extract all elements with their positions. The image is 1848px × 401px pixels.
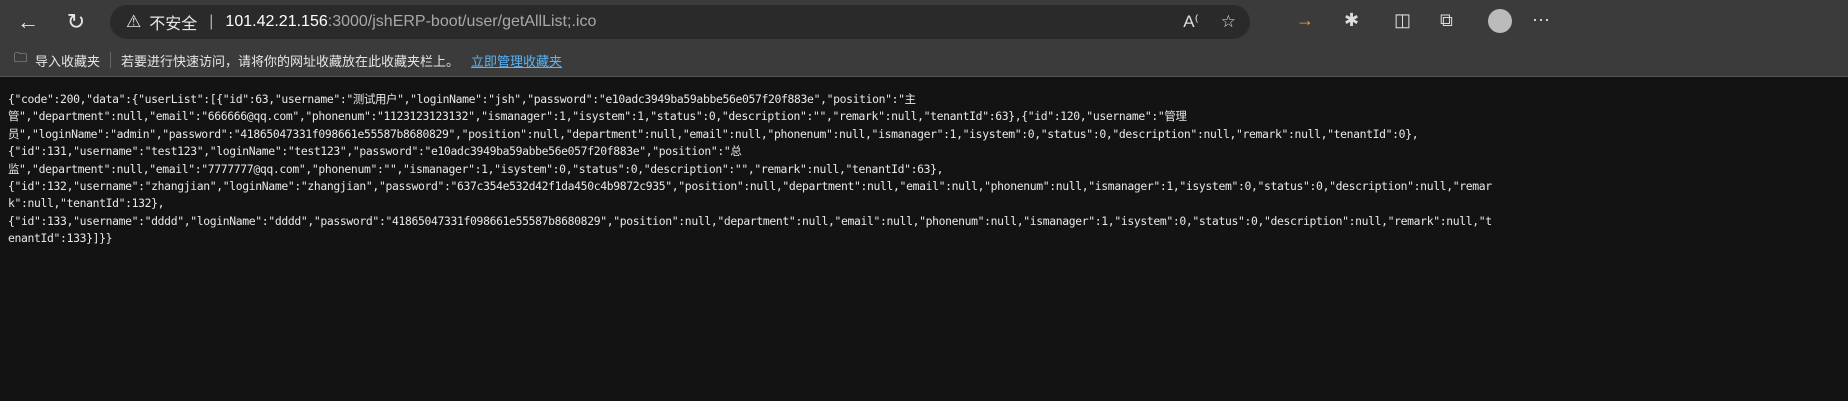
warning-icon: ⚠: [126, 12, 142, 31]
favorites-hint: 若要进行快速访问，请将你的网址收藏放在此收藏夹栏上。: [121, 53, 460, 69]
refresh-button[interactable]: ↻: [58, 4, 94, 40]
response-line: 监","department":null,"email":"7777777@qq…: [8, 161, 944, 176]
response-line: {"id":132,"username":"zhangjian","loginN…: [8, 179, 1492, 194]
collections-icon[interactable]: ⧉: [1440, 10, 1453, 31]
json-response: {"code":200,"data":{"userList":[{"id":63…: [0, 77, 1848, 248]
browser-toolbar: ← ↻ ⚠ 不安全 | 101.42.21.156:3000/jshERP-bo…: [0, 0, 1848, 44]
divider: |: [209, 13, 214, 30]
extension-icon[interactable]: →: [1296, 10, 1314, 31]
back-button[interactable]: ←: [10, 4, 46, 40]
read-aloud-icon[interactable]: A⁽: [1183, 12, 1199, 32]
address-bar[interactable]: ⚠ 不安全 | 101.42.21.156:3000/jshERP-boot/u…: [110, 5, 1250, 39]
favorites-bar: 🗀 导入收藏夹 若要进行快速访问，请将你的网址收藏放在此收藏夹栏上。 立即管理收…: [0, 44, 1848, 77]
response-line: {"id":133,"username":"dddd","loginName":…: [8, 213, 1492, 228]
more-menu-icon[interactable]: ⋯: [1532, 10, 1550, 31]
folder-icon: 🗀: [14, 50, 28, 65]
response-line: {"id":131,"username":"test123","loginNam…: [8, 144, 742, 159]
import-favorites-button[interactable]: 🗀 导入收藏夹: [14, 49, 100, 71]
split-screen-icon[interactable]: ◫: [1394, 10, 1411, 31]
url-path: :3000/jshERP-boot/user/getAllList;.ico: [327, 13, 597, 30]
add-favorite-icon[interactable]: ☆: [1221, 12, 1236, 32]
response-line: {"code":200,"data":{"userList":[{"id":63…: [8, 92, 916, 106]
response-line: k":null,"tenantId":132},: [8, 196, 165, 211]
import-favorites-label: 导入收藏夹: [35, 53, 101, 69]
response-line: enantId":133}]}}: [8, 231, 113, 246]
security-label[interactable]: 不安全: [149, 10, 197, 34]
response-line: 管","department":null,"email":"666666@qq.…: [8, 109, 1187, 124]
divider: [110, 52, 112, 68]
profile-avatar[interactable]: [1488, 9, 1512, 33]
response-line: 员","loginName":"admin","password":"41865…: [8, 126, 1419, 141]
extensions-icon[interactable]: ✱: [1344, 10, 1359, 31]
url-host: 101.42.21.156: [225, 13, 328, 30]
manage-favorites-link[interactable]: 立即管理收藏夹: [471, 51, 562, 70]
